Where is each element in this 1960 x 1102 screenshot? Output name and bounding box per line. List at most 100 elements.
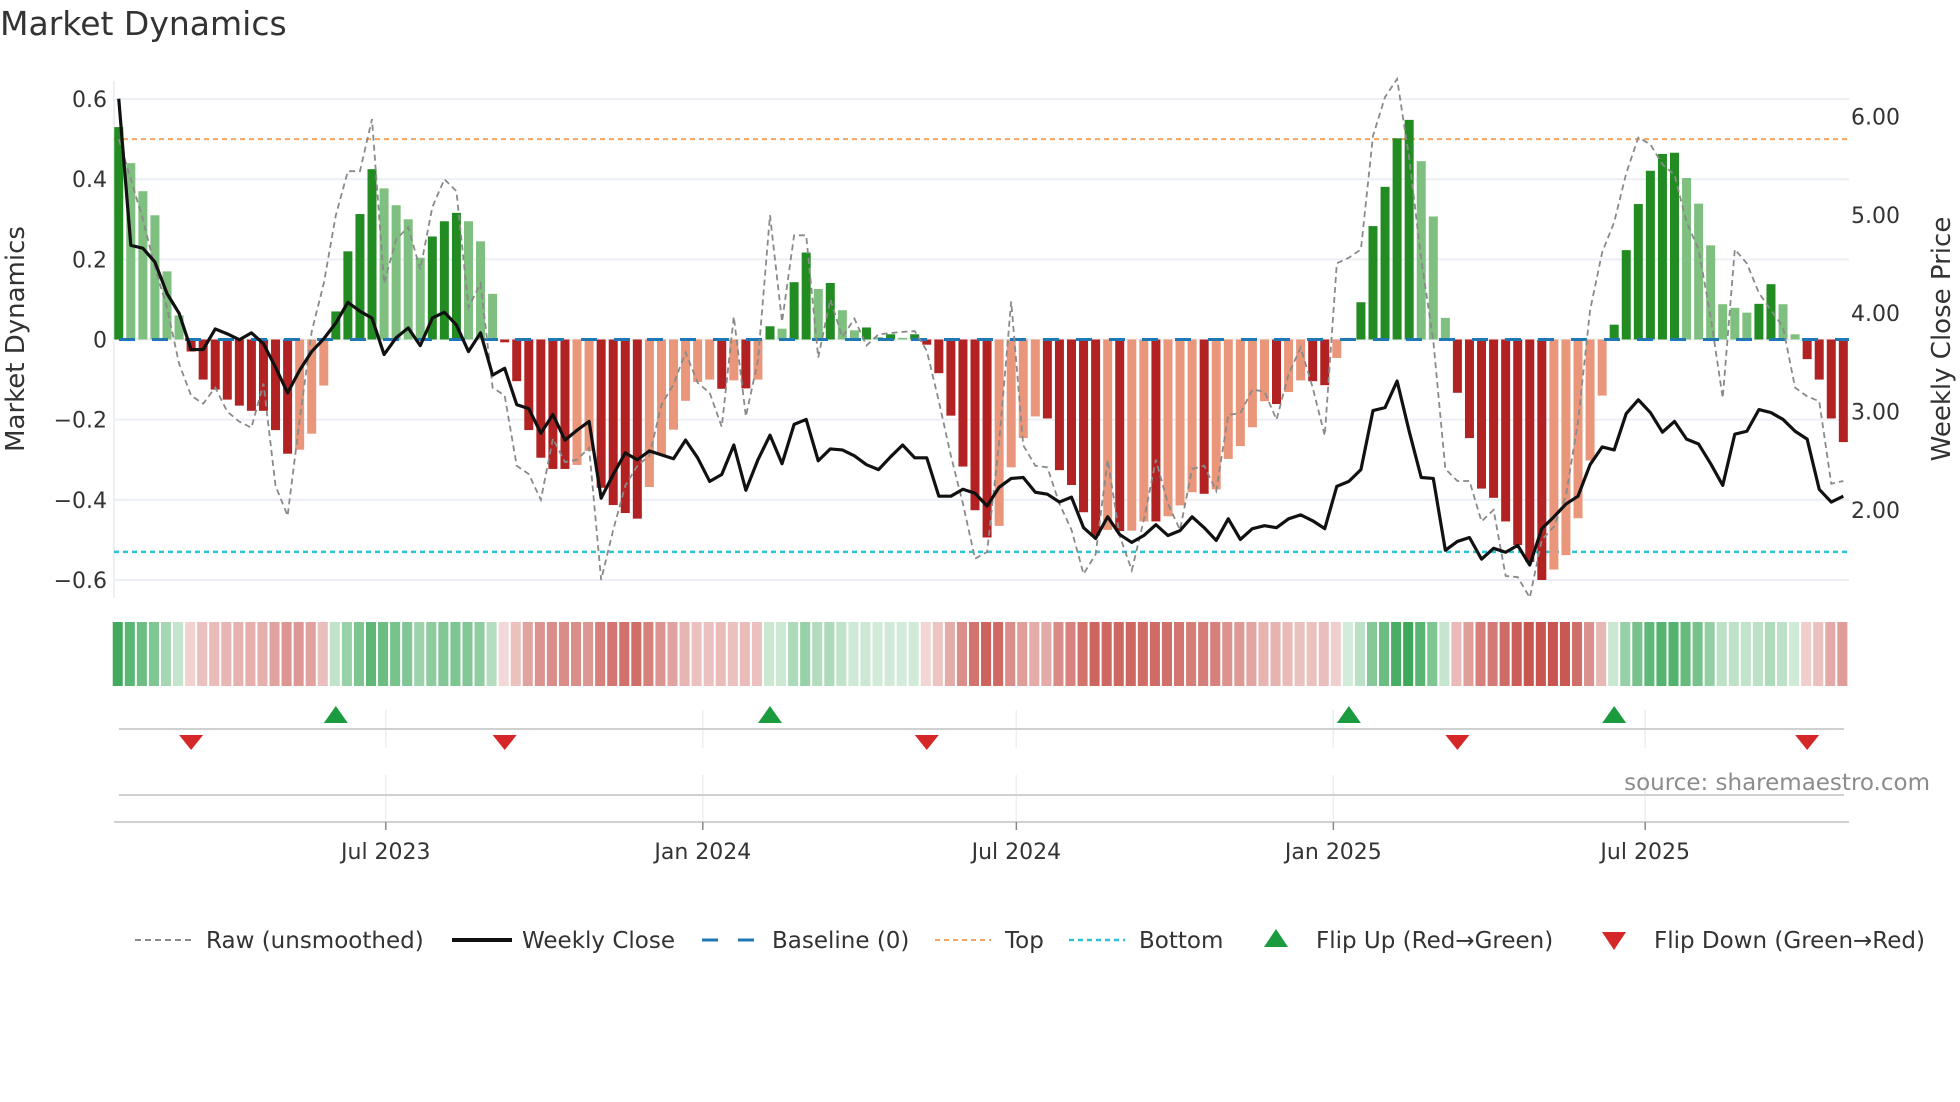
heatmap-cell [1017,622,1028,686]
heatmap-cell [1656,622,1667,686]
y2-tick-label: 6.00 [1851,105,1900,130]
dynamics-bar [596,339,606,488]
heatmap-cell [776,622,787,686]
dynamics-bar [1452,339,1462,393]
heatmap-cell [1752,622,1763,686]
legend-item-baseline: Baseline (0) [702,928,909,954]
x-tick-label: Jul 2024 [970,840,1062,865]
heatmap-cell [1692,622,1703,686]
dynamics-bar [1477,339,1487,489]
dynamics-bar [1513,339,1523,546]
heatmap-cell [438,622,449,686]
heatmap-cell [1825,622,1836,686]
heatmap-cell [269,622,280,686]
dynamics-bar [1489,339,1499,498]
flip-down-marker [914,735,939,750]
dynamics-bar [1175,339,1185,506]
dynamics-bar [729,339,739,381]
heatmap-cell [173,622,184,686]
heatmap-cell [1644,622,1655,686]
dynamics-bar [1585,339,1595,461]
heatmap-cell [1764,622,1775,686]
heatmap-cell [185,622,196,686]
dynamics-bar [114,127,124,340]
dynamics-bar [982,339,992,538]
dynamics-bar [343,251,353,340]
heatmap-cell [607,622,618,686]
dynamics-bar [717,339,727,389]
heatmap-cell [510,622,521,686]
dynamics-bar [246,339,256,411]
dynamics-bar [1103,339,1113,530]
heatmap-cell [1668,622,1679,686]
heatmap-cell [679,622,690,686]
legend-label: Top [1004,928,1044,954]
legend-label: Weekly Close [522,928,675,954]
heatmap-cell [1234,622,1245,686]
dynamics-bar [1332,339,1342,358]
dynamics-bar [1549,339,1559,570]
dynamics-bar [560,339,570,469]
dynamics-bar [1428,216,1438,340]
dynamics-bar [946,339,956,416]
y2-tick-label: 4.00 [1851,302,1900,327]
legend-item-close: Weekly Close [452,928,675,954]
dynamics-bar [1139,339,1149,522]
heatmap-cell [1222,622,1233,686]
dynamics-bar [705,339,715,380]
heatmap-cell [727,622,738,686]
heatmap-cell [1632,622,1643,686]
heatmap-cell [498,622,509,686]
heatmap-cell [595,622,606,686]
dynamics-bar [1790,334,1800,340]
heatmap-cell [860,622,871,686]
dynamics-bar [367,169,377,340]
dynamics-bar [1682,177,1692,340]
heatmap-cell [1258,622,1269,686]
dynamics-bar [1718,304,1728,340]
dynamics-bar [1464,339,1474,439]
heatmap-cell [1053,622,1064,686]
heatmap-cell [1608,622,1619,686]
heatmap-cell [426,622,437,686]
weekly-close-line [117,98,1845,567]
dynamics-bar [463,221,473,340]
dynamics-bar [1187,339,1197,493]
dynamics-bar [1561,339,1571,556]
heatmap-cell [1801,622,1812,686]
heatmap-cell [329,622,340,686]
y-tick-label: 0.2 [72,248,107,273]
dynamics-bar [1079,339,1089,513]
dynamics-bar [801,252,811,340]
heatmap-cell [1523,622,1534,686]
heatmap-cell [1451,622,1462,686]
heatmap-cell [908,622,919,686]
dynamics-bar [391,205,401,340]
legend-label: Bottom [1139,928,1223,954]
heatmap-cell [1125,622,1136,686]
dynamics-bar [789,282,799,340]
heatmap-cell [1354,622,1365,686]
dynamics-bar [1621,250,1631,340]
dynamics-bar [1127,339,1137,531]
legend-item-raw: Raw (unsmoothed) [135,928,424,954]
flip-down-marker [1445,735,1470,750]
heatmap-cell [1704,622,1715,686]
heatmap-cell [474,622,485,686]
heatmap-cell [1005,622,1016,686]
heatmap-cell [1210,622,1221,686]
flip-down-marker [1795,735,1820,750]
heatmap-cell [655,622,666,686]
market-dynamics-chart: 0.6 0.4 0.2 0 −0.2 −0.4 −0.6 6.00 5.00 4.00 3.00 2.… [1,76,1957,954]
heatmap-cell [1777,622,1788,686]
dynamics-bar [488,293,498,340]
dynamics-bar [512,339,522,382]
heatmap-cell [148,622,159,686]
heatmap-cell [414,622,425,686]
heatmap-cell [1547,622,1558,686]
heatmap-cell [824,622,835,686]
dynamics-bar [777,328,787,340]
heatmap-cell [739,622,750,686]
heatmap-cell [631,622,642,686]
dynamics-bar [1042,339,1052,419]
